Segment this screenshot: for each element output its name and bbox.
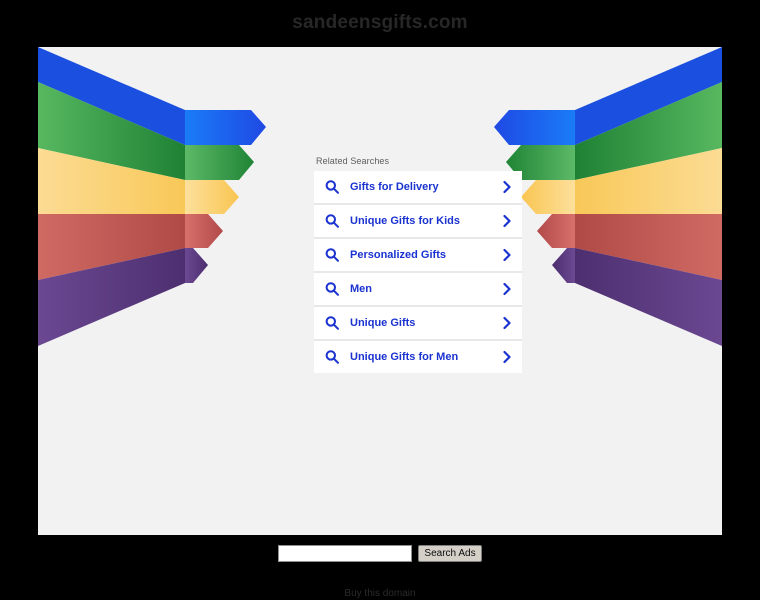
right-chevron-group: [494, 47, 722, 346]
related-search-label: Gifts for Delivery: [350, 181, 439, 193]
buy-this-domain-link[interactable]: Buy this domain: [0, 587, 760, 600]
search-icon: [325, 214, 339, 228]
related-search-item[interactable]: Gifts for Delivery: [314, 171, 522, 203]
related-search-item[interactable]: Unique Gifts for Kids: [314, 205, 522, 237]
related-search-label: Unique Gifts for Men: [350, 351, 459, 363]
chevron-right-icon: [503, 316, 511, 330]
related-search-label: Personalized Gifts: [350, 249, 446, 261]
related-search-item[interactable]: Personalized Gifts: [314, 239, 522, 271]
related-searches-list: Gifts for Delivery Unique Gifts for Kids: [314, 171, 522, 373]
related-searches-block: Related Searches Gifts for Delivery Uniq…: [314, 155, 522, 373]
related-search-item[interactable]: Unique Gifts for Men: [314, 341, 522, 373]
related-searches-heading: Related Searches: [316, 156, 390, 166]
search-icon: [325, 282, 339, 296]
search-icon: [325, 316, 339, 330]
chevron-right-icon: [503, 350, 511, 364]
related-search-label: Men: [350, 283, 372, 295]
search-ads-form: Search Ads: [0, 545, 760, 562]
related-search-item[interactable]: Men: [314, 273, 522, 305]
chevron-right-icon: [503, 214, 511, 228]
search-ads-button[interactable]: Search Ads: [418, 545, 482, 562]
related-search-label: Unique Gifts: [350, 317, 416, 329]
left-chevron-group: [38, 47, 266, 346]
page-title: sandeensgifts.com: [292, 12, 468, 33]
chevron-right-icon: [503, 180, 511, 194]
content-panel: Related Searches Gifts for Delivery Uniq…: [38, 47, 722, 535]
chevron-right-icon: [503, 282, 511, 296]
search-icon: [325, 248, 339, 262]
search-input[interactable]: [278, 545, 413, 562]
related-search-item[interactable]: Unique Gifts: [314, 307, 522, 339]
search-icon: [325, 350, 339, 364]
related-search-label: Unique Gifts for Kids: [350, 215, 460, 227]
search-icon: [325, 180, 339, 194]
chevron-right-icon: [503, 248, 511, 262]
